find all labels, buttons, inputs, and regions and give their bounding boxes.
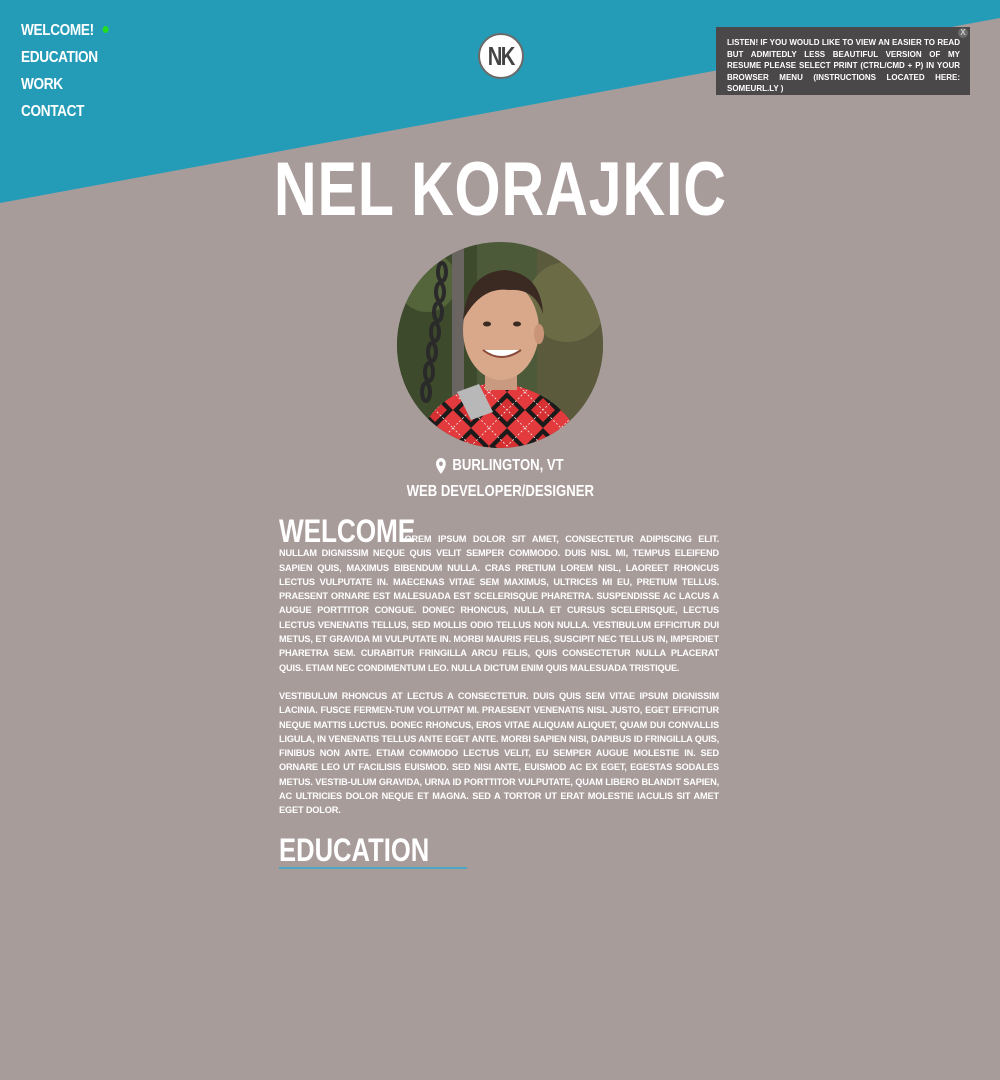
nav-item-label: EDUCATION: [21, 48, 98, 66]
nav-item-label: WORK: [21, 75, 63, 93]
education-heading-text: EDUCATION: [279, 831, 430, 868]
location-text: BURLINGTON, VT: [452, 457, 564, 474]
logo-text: NK: [487, 40, 516, 71]
map-pin-icon: [436, 458, 446, 474]
avatar: [397, 242, 603, 448]
print-notice-banner: LISTEN! IF YOU WOULD LIKE TO VIEW AN EAS…: [716, 27, 970, 95]
job-title-text: WEB DEVELOPER/DESIGNER: [406, 483, 594, 500]
nav-item-label: WELCOME!: [21, 21, 94, 39]
notice-text: LISTEN! IF YOU WOULD LIKE TO VIEW AN EAS…: [727, 38, 960, 94]
welcome-section: WELCOMELOREM IPSUM DOLOR SIT AMET, CONSE…: [279, 513, 719, 869]
profile-photo: [397, 242, 603, 448]
nav-item-education[interactable]: EDUCATION: [21, 44, 108, 71]
close-icon[interactable]: X: [958, 28, 968, 38]
main-nav: WELCOME! EDUCATION WORK CONTACT: [21, 17, 124, 125]
nav-item-label: CONTACT: [21, 102, 85, 120]
profile-name: NEL KORAJKIC: [273, 147, 727, 232]
education-heading[interactable]: EDUCATION: [279, 834, 467, 869]
welcome-heading: WELCOME: [279, 513, 416, 549]
welcome-paragraph-2: VESTIBULUM RHONCUS AT LECTUS A CONSECTET…: [279, 690, 719, 816]
welcome-paragraph-1-text: LOREM IPSUM DOLOR SIT AMET, CONSECTETUR …: [279, 534, 719, 673]
nav-item-contact[interactable]: CONTACT: [21, 98, 108, 125]
nav-item-welcome[interactable]: WELCOME!: [21, 17, 109, 44]
job-title: WEB DEVELOPER/DESIGNER: [0, 483, 1000, 501]
active-indicator-dot: [102, 26, 109, 33]
page-title: NEL KORAJKIC: [0, 150, 1000, 230]
nav-item-work[interactable]: WORK: [21, 71, 108, 98]
welcome-paragraph-1: WELCOMELOREM IPSUM DOLOR SIT AMET, CONSE…: [279, 513, 719, 675]
location: BURLINGTON, VT: [0, 457, 1000, 479]
logo[interactable]: NK: [478, 33, 524, 79]
